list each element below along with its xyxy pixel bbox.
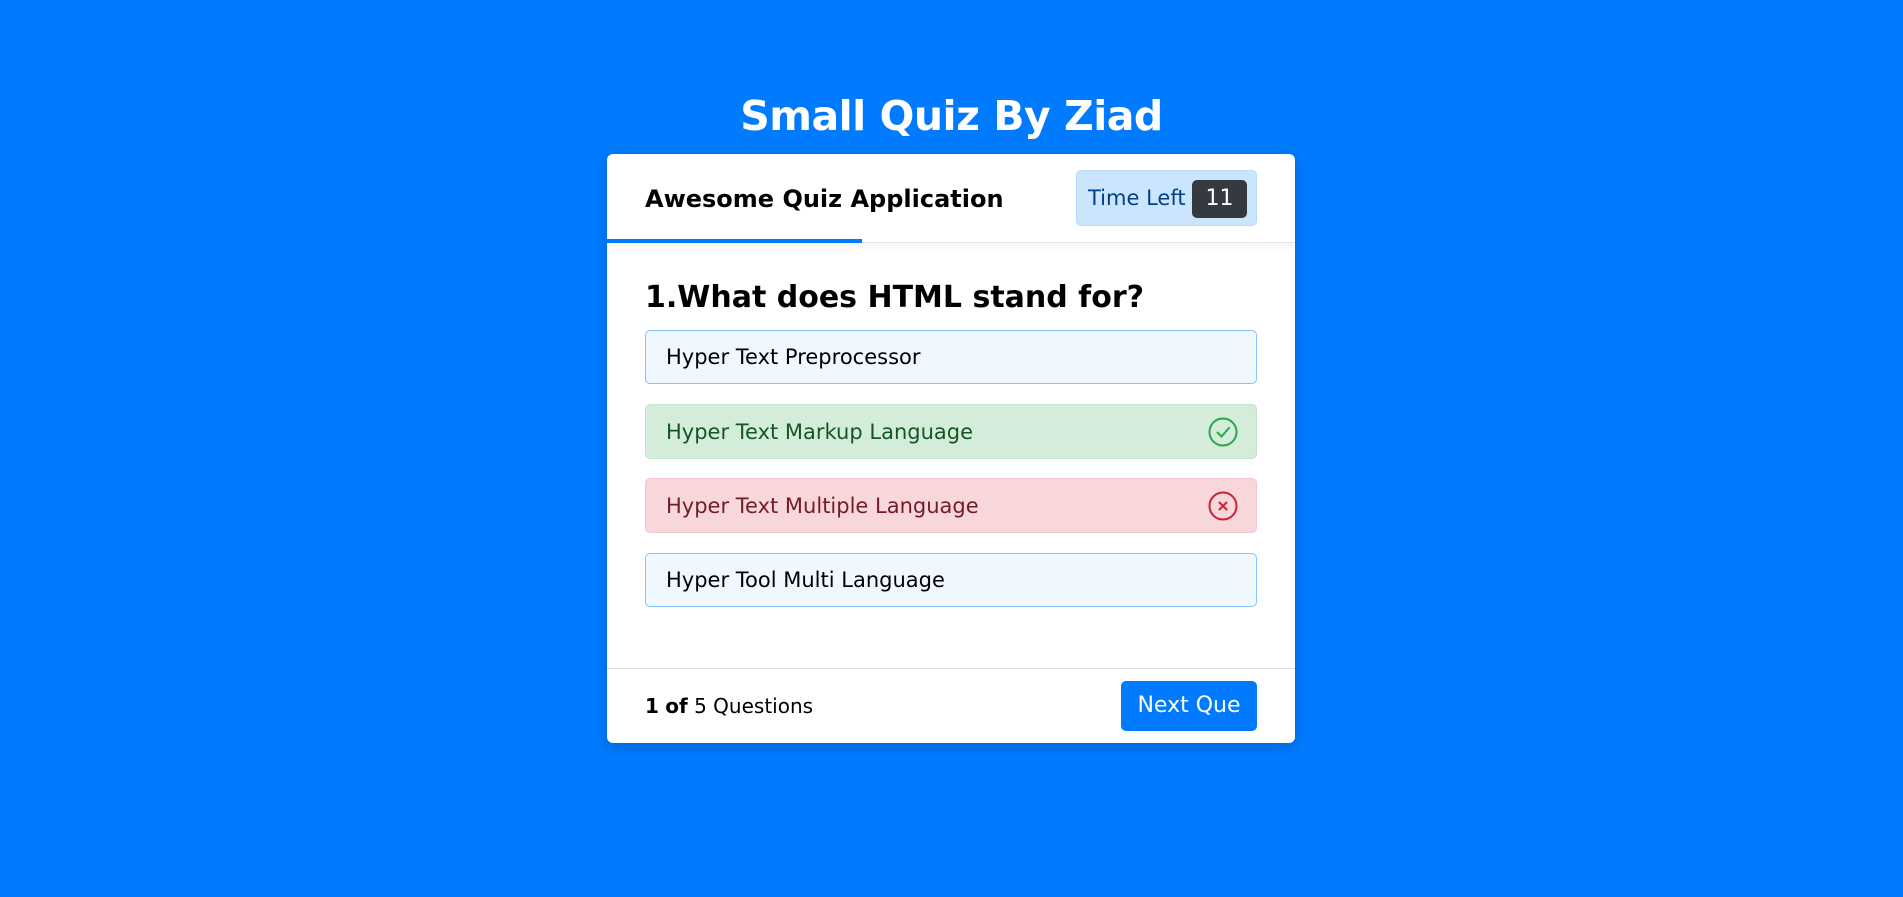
question-text: 1.What does HTML stand for? [645,280,1145,315]
option-3[interactable]: Hyper Text Multiple Language [645,478,1257,533]
option-label: Hyper Text Preprocessor [666,345,921,369]
timer-box: Time Left 11 [1076,170,1257,226]
card-header: Awesome Quiz Application Time Left 11 [607,154,1295,243]
option-1[interactable]: Hyper Text Preprocessor [645,330,1257,384]
time-progress-bar [607,239,862,243]
option-4[interactable]: Hyper Tool Multi Language [645,553,1257,607]
timer-label: Time Left [1088,186,1186,210]
option-label: Hyper Tool Multi Language [666,568,945,592]
counter-total: 5 Questions [694,694,814,718]
option-label: Hyper Text Markup Language [666,419,974,444]
quiz-card: Awesome Quiz Application Time Left 11 1.… [607,154,1295,743]
timer-count: 11 [1192,180,1247,218]
next-question-button[interactable]: Next Que [1121,681,1257,731]
x-circle-icon [1208,491,1238,521]
option-2[interactable]: Hyper Text Markup Language [645,404,1257,459]
counter-of: of [665,694,688,718]
app-title: Awesome Quiz Application [645,185,1004,213]
card-footer: 1 of 5 Questions Next Que [607,668,1295,743]
question-counter: 1 of 5 Questions [645,693,813,719]
counter-current: 1 [645,694,659,718]
page-title: Small Quiz By Ziad [740,92,1163,140]
option-label: Hyper Text Multiple Language [666,493,979,518]
check-circle-icon [1208,417,1238,447]
